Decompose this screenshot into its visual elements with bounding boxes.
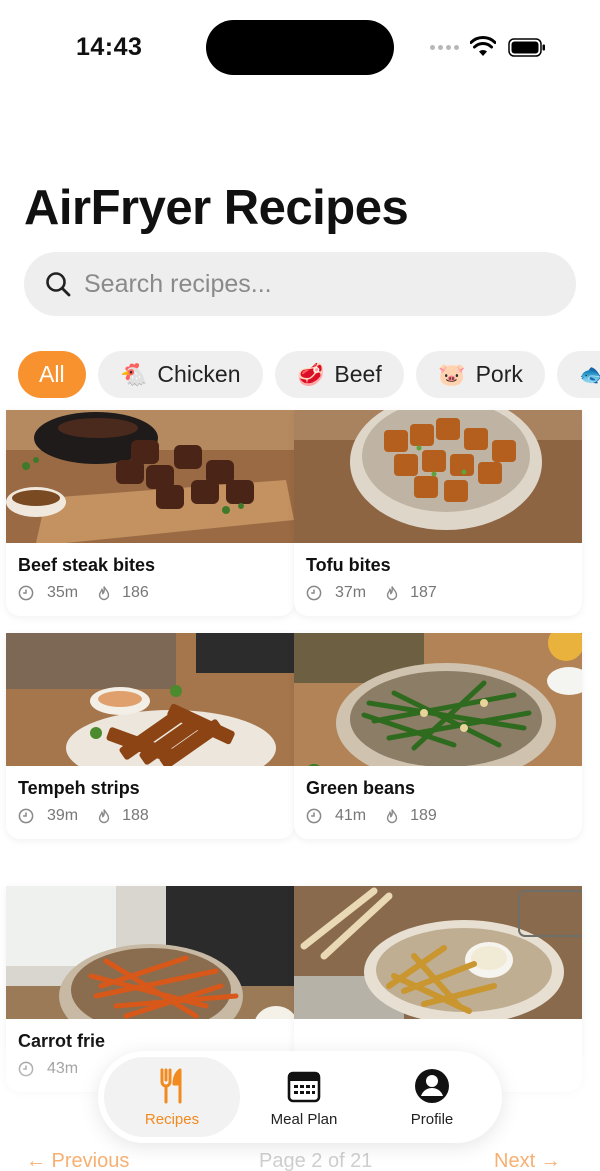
recipe-name: Green beans [306,778,416,798]
chip-label: Chicken [157,361,241,387]
chip-pork[interactable]: 🐷 Pork [416,351,545,398]
search-icon [46,272,71,297]
clock-icon [306,585,322,601]
recipe-meta: 37m 187 [306,584,437,602]
previous-page-link[interactable]: ← Previous [26,1150,129,1171]
recipe-time: 35m [47,584,79,601]
recipe-image-steak-bites [6,410,294,543]
tab-profile[interactable]: Profile [368,1057,496,1137]
recipe-name: Beef steak bites [18,555,156,575]
recipe-card[interactable]: Tofu bites 37m 187 [294,410,582,616]
cellular-signal-icon [430,45,459,50]
recipe-calories: 189 [410,807,437,824]
chip-label: Pork [475,361,523,387]
tab-meal-plan[interactable]: Meal Plan [240,1057,368,1137]
recipe-card[interactable]: Tempeh strips 39m 188 [6,633,294,839]
search-placeholder: Search recipes... [84,269,272,298]
chip-fish[interactable]: 🐟 [557,351,600,398]
dynamic-island [206,20,394,75]
flame-icon [98,809,110,824]
chip-label: All [39,361,65,387]
recipe-name: Tofu bites [306,555,391,575]
tab-profile-label: Profile [410,1110,454,1128]
flame-icon [98,586,110,601]
page-title: AirFryer Recipes [24,181,409,235]
chip-label: Beef [334,361,382,387]
clock-icon [18,1061,34,1077]
flame-icon [386,586,398,601]
page-indicator: Page 2 of 21 [259,1150,373,1171]
recipe-image-tofu-bites [294,410,582,543]
recipe-time: 43m [47,1060,79,1077]
recipe-name: Tempeh strips [18,778,140,798]
next-page-link[interactable]: Next → [494,1150,561,1171]
recipe-time: 37m [335,584,367,601]
battery-icon [508,38,545,57]
recipe-calories: 187 [410,584,437,601]
recipe-name: Carrot frie [18,1031,106,1051]
clock-icon [18,585,34,601]
fork-knife-icon [160,1068,182,1103]
recipe-image-green-beans [294,633,582,766]
recipe-card[interactable]: Beef steak bites 35m 186 [6,410,294,616]
status-time: 14:43 [76,33,143,61]
pagination: ← Previous Page 2 of 21 Next → [0,1150,600,1171]
tab-meal-plan-label: Meal Plan [270,1110,338,1128]
pork-icon: 🐷 [438,361,466,387]
recipe-time: 41m [335,807,367,824]
chip-beef[interactable]: 🥩 Beef [274,351,404,398]
clock-icon [306,808,322,824]
flame-icon [386,809,398,824]
recipe-calories: 186 [122,584,149,601]
recipe-calories: 188 [122,807,149,824]
recipe-meta: 43m [18,1060,78,1078]
tab-recipes[interactable]: Recipes [104,1057,240,1137]
chip-all[interactable]: All [18,351,86,398]
recipe-meta: 39m 188 [18,807,149,825]
calendar-icon [287,1071,321,1102]
fish-icon: 🐟 [579,361,600,387]
beef-icon: 🥩 [296,361,325,387]
recipe-image-parsnip-fries [294,886,582,1019]
tab-recipes-label: Recipes [144,1110,200,1128]
recipe-time: 39m [47,807,79,824]
recipe-image-carrot-fries [6,886,294,1019]
clock-icon [18,808,34,824]
recipe-card[interactable]: Green beans 41m 189 [294,633,582,839]
search-input[interactable]: Search recipes... [24,252,576,316]
bottom-tab-bar: Recipes Meal Plan Profile [98,1051,502,1143]
chicken-icon: 🐔 [120,361,148,387]
status-bar: 14:43 [0,0,600,96]
recipe-meta: 41m 189 [306,807,437,825]
chip-chicken[interactable]: 🐔 Chicken [98,351,263,398]
wifi-icon [470,36,496,56]
category-filter-bar: All 🐔 Chicken 🥩 Beef 🐷 Pork 🐟 [18,351,600,399]
recipe-meta: 35m 186 [18,584,149,602]
profile-icon [415,1068,449,1103]
recipe-image-tempeh-strips [6,633,294,766]
